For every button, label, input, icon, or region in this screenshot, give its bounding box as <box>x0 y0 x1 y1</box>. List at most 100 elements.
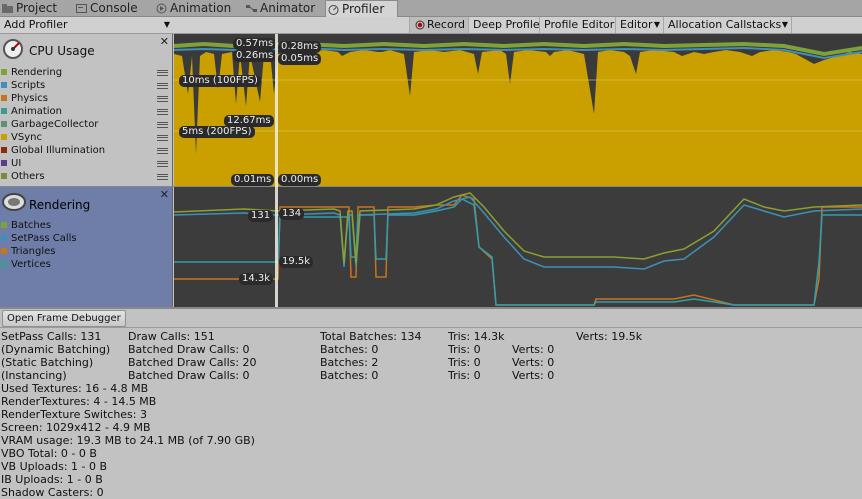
stat-instancing: (Instancing) <box>1 369 67 382</box>
legend-item-vsync[interactable]: VSync <box>0 131 172 144</box>
allocation-callstacks-dropdown[interactable]: Allocation Callstacks ▼ <box>663 17 792 33</box>
profiler-window: Project Console Animation Animator Profi… <box>0 0 862 499</box>
stat-batched-draw-calls: Batched Draw Calls: 0 <box>128 369 250 382</box>
vertices-value-label: 19.5k <box>279 256 314 268</box>
stat-batches: Batches: 0 <box>320 369 379 382</box>
stat-batched-draw-calls: Batched Draw Calls: 0 <box>128 343 250 356</box>
legend-item-setpass-calls[interactable]: SetPass Calls <box>0 232 172 245</box>
color-swatch <box>1 69 7 75</box>
batches-value-label: 131 <box>248 210 274 222</box>
selected-frame-marker[interactable] <box>275 34 278 308</box>
cpu-gauge-icon <box>3 39 23 59</box>
legend-label: Batches <box>11 220 52 231</box>
legend-item-ui[interactable]: UI <box>0 157 172 170</box>
rendering-module[interactable]: Rendering ✕ Batches SetPass Calls Triang… <box>0 187 173 307</box>
folder-icon <box>2 4 13 13</box>
legend-item-scripts[interactable]: Scripts <box>0 79 172 92</box>
stat-vram-usage: VRAM usage: 19.3 MB to 24.1 MB (of 7.90 … <box>1 434 255 447</box>
cpu-frame-time-label: 12.67ms <box>224 115 274 127</box>
stat-vb-uploads: VB Uploads: 1 - 0 B <box>1 460 108 473</box>
stats-row: SetPass Calls: 131 Draw Calls: 151 Total… <box>0 330 862 343</box>
drag-handle-icon[interactable] <box>157 83 168 89</box>
legend-item-rendering[interactable]: Rendering <box>0 66 172 79</box>
record-icon <box>415 20 425 30</box>
stat-batches: Batches: 0 <box>320 343 379 356</box>
tab-animation[interactable]: Animation <box>154 0 244 17</box>
stat-tris: Tris: 14.3k <box>448 330 505 343</box>
editor-label: Editor <box>620 18 653 31</box>
drag-handle-icon[interactable] <box>157 96 168 102</box>
tab-project-label: Project <box>16 1 58 15</box>
profile-editor-label: Profile Editor <box>544 18 615 31</box>
stat-render-textures: RenderTextures: 4 - 14.5 MB <box>1 395 157 408</box>
legend-label: Others <box>11 171 45 182</box>
cpu-value-label: 0.28ms <box>278 41 322 53</box>
stats-row: VRAM usage: 19.3 MB to 24.1 MB (of 7.90 … <box>0 434 862 447</box>
gridline-label-5ms: 5ms (200FPS) <box>179 126 255 138</box>
legend-item-triangles[interactable]: Triangles <box>0 245 172 258</box>
tab-project[interactable]: Project <box>0 0 74 17</box>
drag-handle-icon[interactable] <box>157 161 168 167</box>
tab-console[interactable]: Console <box>74 0 154 17</box>
stat-rendertexture-switches: RenderTexture Switches: 3 <box>1 408 147 421</box>
record-toggle[interactable]: Record <box>409 17 468 33</box>
drag-handle-icon[interactable] <box>157 122 168 128</box>
close-icon[interactable]: ✕ <box>160 188 169 201</box>
tab-console-label: Console <box>90 1 138 15</box>
stat-vbo-total: VBO Total: 0 - 0 B <box>1 447 97 460</box>
drag-handle-icon[interactable] <box>157 135 168 141</box>
tab-animator[interactable]: Animator <box>244 0 324 17</box>
legend-item-global-illumination[interactable]: Global Illumination <box>0 144 172 157</box>
color-swatch <box>1 235 7 241</box>
animation-icon <box>156 3 167 14</box>
add-profiler-dropdown[interactable]: Add Profiler ▼ <box>0 17 173 33</box>
stat-ib-uploads: IB Uploads: 1 - 0 B <box>1 473 103 486</box>
tab-animation-label: Animation <box>170 1 232 15</box>
legend-item-physics[interactable]: Physics <box>0 92 172 105</box>
stat-draw-calls: Draw Calls: 151 <box>128 330 215 343</box>
drag-handle-icon[interactable] <box>157 70 168 76</box>
rendering-stats-panel: SetPass Calls: 131 Draw Calls: 151 Total… <box>0 329 862 499</box>
color-swatch <box>1 222 7 228</box>
legend-label: Vertices <box>11 259 51 270</box>
color-swatch <box>1 147 7 153</box>
deep-profile-toggle[interactable]: Deep Profile <box>468 17 540 33</box>
drag-handle-icon[interactable] <box>157 109 168 115</box>
open-frame-debugger-button[interactable]: Open Frame Debugger <box>2 310 126 327</box>
legend-item-vertices[interactable]: Vertices <box>0 258 172 271</box>
close-icon[interactable]: ✕ <box>160 35 169 48</box>
chevron-down-icon: ▼ <box>781 20 788 29</box>
legend-item-others[interactable]: Others <box>0 170 172 183</box>
tab-bar: Project Console Animation Animator Profi… <box>0 0 862 18</box>
batches-value-label: 134 <box>279 208 305 220</box>
add-profiler-label: Add Profiler <box>4 18 68 31</box>
color-swatch <box>1 121 7 127</box>
profile-editor-toggle[interactable]: Profile Editor <box>539 17 615 33</box>
legend-label: Scripts <box>11 80 46 91</box>
allocation-callstacks-label: Allocation Callstacks <box>668 18 782 31</box>
stats-row: RenderTexture Switches: 3 <box>0 408 862 421</box>
legend-label: Animation <box>11 106 62 117</box>
triangles-value-label: 14.3k <box>239 273 274 285</box>
legend-item-garbagecollector[interactable]: GarbageCollector <box>0 118 172 131</box>
tab-profiler[interactable]: Profiler <box>325 0 398 18</box>
cpu-usage-module[interactable]: CPU Usage ✕ Rendering Scripts Physics An… <box>0 34 173 186</box>
legend-item-animation[interactable]: Animation <box>0 105 172 118</box>
cpu-value-label: 0.05ms <box>278 53 322 65</box>
legend-label: UI <box>11 158 22 169</box>
stat-tris: Tris: 0 <box>448 356 481 369</box>
drag-handle-icon[interactable] <box>157 174 168 180</box>
animator-icon <box>246 5 257 12</box>
stat-static-batching: (Static Batching) <box>1 356 94 369</box>
stat-total-batches: Total Batches: 134 <box>320 330 422 343</box>
stats-row: (Dynamic Batching) Batched Draw Calls: 0… <box>0 343 862 356</box>
legend-item-batches[interactable]: Batches <box>0 219 172 232</box>
profiler-toolbar: Add Profiler ▼ Record Deep Profile Profi… <box>0 17 862 34</box>
stats-row: Used Textures: 16 - 4.8 MB <box>0 382 862 395</box>
tab-animator-label: Animator <box>260 1 316 15</box>
stats-row: (Instancing) Batched Draw Calls: 0 Batch… <box>0 369 862 382</box>
stats-row: VB Uploads: 1 - 0 B <box>0 460 862 473</box>
drag-handle-icon[interactable] <box>157 148 168 154</box>
stat-verts: Verts: 19.5k <box>576 330 643 343</box>
editor-dropdown[interactable]: Editor ▼ <box>615 17 663 33</box>
